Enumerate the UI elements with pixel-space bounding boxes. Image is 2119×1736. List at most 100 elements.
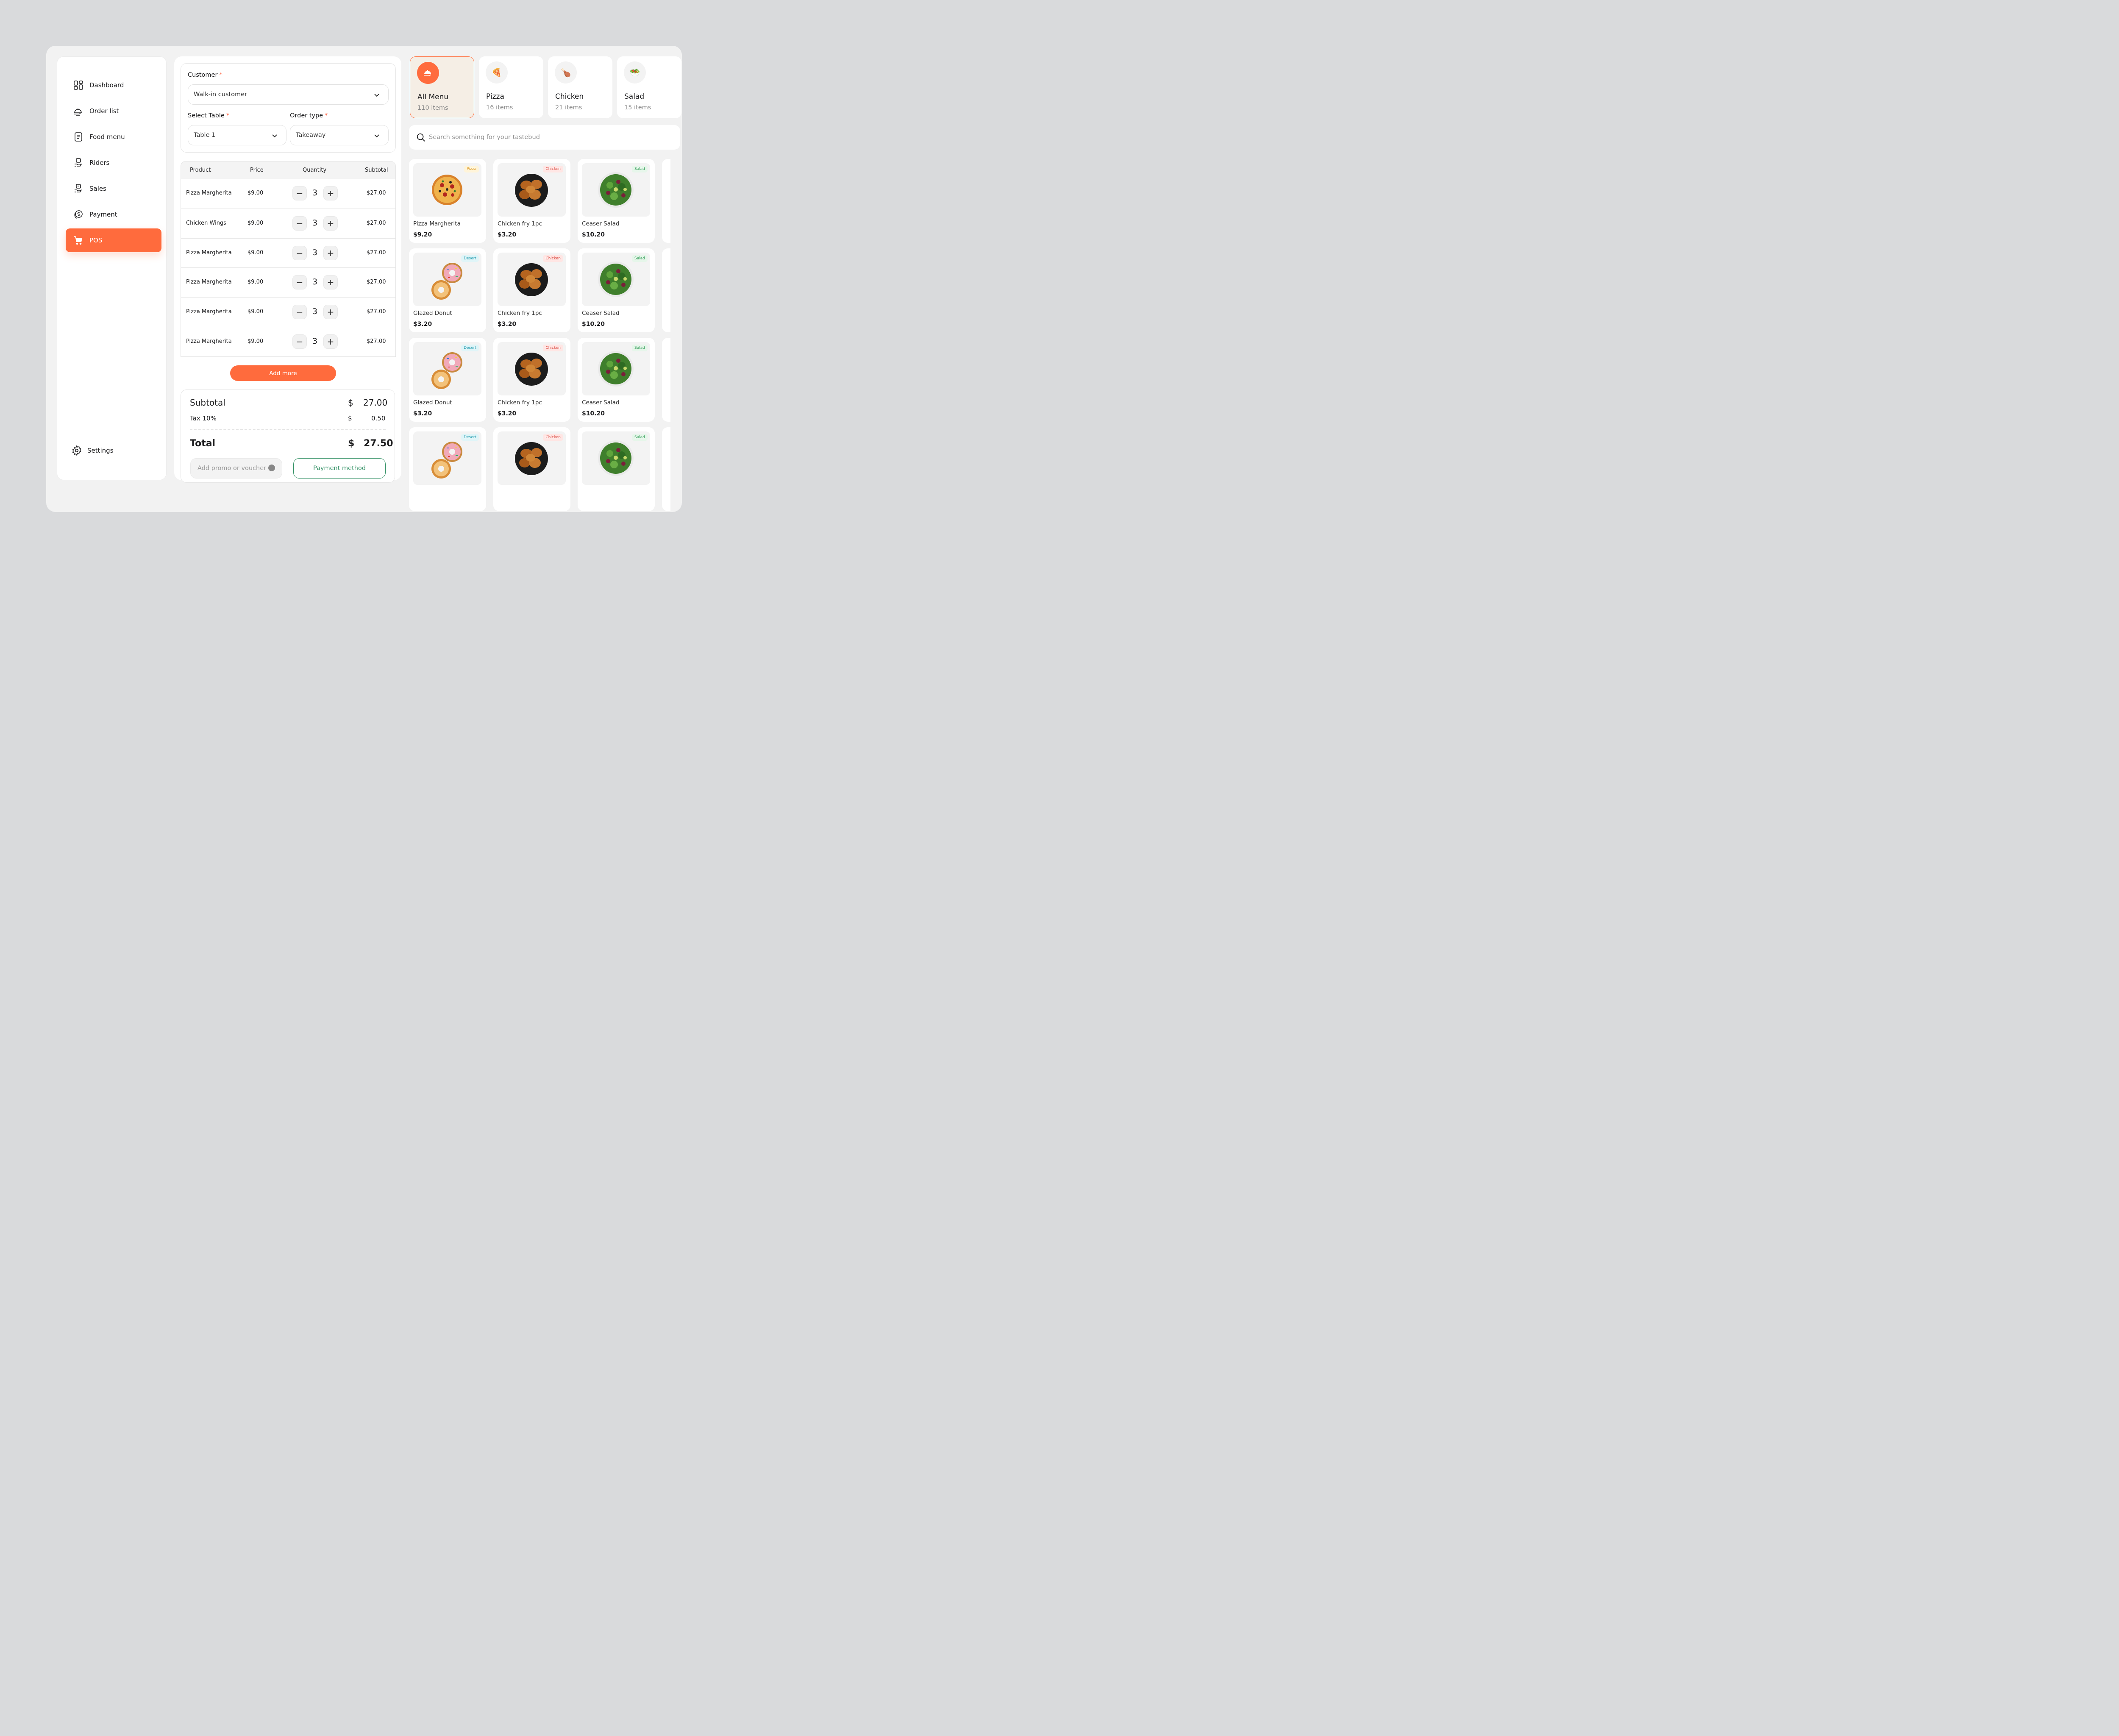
table-label: Select Table * [188,112,229,119]
product-price: $3.20 [498,231,517,238]
search-input[interactable]: Search something for your tastebud [409,125,680,150]
sidebar-item-payment[interactable]: Payment [66,203,161,226]
required-mark: * [325,112,328,119]
summary-divider [190,429,386,430]
decrease-quantity-button[interactable]: − [292,305,307,320]
product-card[interactable]: Chicken Chicken fry 1pc $3.20 [493,248,570,332]
sidebar-item-riders[interactable]: Riders [66,151,161,175]
product-card-edge[interactable] [662,427,670,511]
product-image: Desert [413,342,481,395]
category-tag: Desert [461,345,479,351]
chicken-icon: 🍗 [555,61,577,83]
product-image: Chicken [498,431,566,485]
product-card-edge[interactable] [662,248,670,332]
category-card-all-menu[interactable]: All Menu 110 items [410,56,474,118]
decrease-quantity-button[interactable]: − [292,245,307,260]
increase-quantity-button[interactable]: + [323,334,338,349]
category-count: 110 items [417,105,448,111]
required-mark: * [226,112,230,119]
add-more-button[interactable]: Add more [230,365,336,381]
product-cell: Pizza Margherita [186,338,232,345]
quantity-value: 3 [312,248,318,257]
decrease-quantity-button[interactable]: − [292,216,307,231]
category-card-salad[interactable]: 🥗 Salad 15 items [617,56,681,118]
customer-label: Customer * [188,72,222,78]
product-image: Salad [582,431,650,485]
product-cell: Chicken Wings [186,220,226,226]
table-row: Pizza Margherita $9.00 −3 + $27.00 [181,179,395,209]
increase-quantity-button[interactable]: + [323,245,338,260]
category-count: 21 items [555,104,582,111]
sidebar-item-settings[interactable]: Settings [71,445,114,456]
column-header-price: Price [250,167,264,173]
product-card[interactable]: Chicken Chicken fry 1pc $3.20 [493,338,570,422]
table-select[interactable]: Table 1 [188,125,286,145]
column-header-subtotal: Subtotal [365,167,388,173]
increase-quantity-button[interactable]: + [323,216,338,231]
order-type-select[interactable]: Takeaway [290,125,389,145]
subtotal-cell: $27.00 [367,190,386,196]
product-name: Ceaser Salad [582,399,620,406]
check-badge-icon [268,465,275,471]
category-name: Chicken [555,92,584,101]
salad-icon: 🥗 [624,61,646,83]
increase-quantity-button[interactable]: + [323,186,338,200]
subtotal-cell: $27.00 [367,309,386,315]
subtotal-value: 27.00 [363,398,388,408]
table-row: Pizza Margherita $9.00 −3 + $27.00 [181,238,395,268]
product-card-edge[interactable] [662,159,670,243]
product-image: Desert [413,431,481,485]
total-value: 27.50 [364,438,393,449]
product-card[interactable]: Desert Glazed Donut $3.20 [409,338,486,422]
sidebar-item-sales[interactable]: Sales [66,177,161,200]
decrease-quantity-button[interactable]: − [292,275,307,290]
product-card[interactable]: Chicken Chicken fry 1pc $3.20 [493,159,570,243]
product-card[interactable]: Salad Ceaser Salad $10.20 [578,338,655,422]
menu-document-icon [73,132,83,142]
subtotal-label: Subtotal [190,398,225,408]
product-card[interactable]: Desert Glazed Donut $3.20 [409,248,486,332]
product-image: Desert [413,253,481,306]
category-name: Pizza [486,92,504,101]
chevron-down-icon [374,94,379,97]
tax-label: Tax 10% [190,415,217,422]
product-price: $10.20 [582,231,605,238]
table-row: Pizza Margherita $9.00 −3 + $27.00 [181,297,395,327]
gear-icon [72,445,81,456]
subtotal-cell: $27.00 [367,279,386,286]
product-image: Chicken [498,342,566,395]
tax-value: 0.50 [371,415,386,422]
decrease-quantity-button[interactable]: − [292,186,307,200]
quantity-value: 3 [312,277,318,287]
category-card-pizza[interactable]: 🍕 Pizza 16 items [479,56,543,118]
sidebar-item-order-list[interactable]: Order list [66,99,161,123]
product-card[interactable]: Chicken [493,427,570,511]
subtotal-cell: $27.00 [367,338,386,345]
increase-quantity-button[interactable]: + [323,275,338,290]
product-cell: Pizza Margherita [186,249,232,256]
chevron-down-icon [272,134,277,138]
product-card[interactable]: Salad Ceaser Salad $10.20 [578,159,655,243]
promo-input[interactable]: Add promo or voucher [190,458,282,479]
sidebar-item-label: Food menu [89,133,125,141]
payment-method-button[interactable]: Payment method [293,458,386,479]
category-tag: Salad [632,166,648,172]
quantity-value: 3 [312,188,318,198]
category-tag: Chicken [543,345,563,351]
product-price: $10.20 [582,410,605,417]
product-card[interactable]: Desert [409,427,486,511]
sidebar-item-dashboard[interactable]: Dashboard [66,73,161,97]
product-card[interactable]: Salad Ceaser Salad $10.20 [578,248,655,332]
product-card[interactable]: Pizza Pizza Margherita $9.20 [409,159,486,243]
decrease-quantity-button[interactable]: − [292,334,307,349]
product-name: Glazed Donut [413,399,452,406]
sidebar-item-food-menu[interactable]: Food menu [66,125,161,149]
product-card-edge[interactable] [662,338,670,422]
increase-quantity-button[interactable]: + [323,305,338,320]
product-card[interactable]: Salad [578,427,655,511]
customer-select[interactable]: Walk-in customer [188,84,389,105]
category-card-chicken[interactable]: 🍗 Chicken 21 items [548,56,612,118]
sidebar-item-pos[interactable]: POS [66,228,161,252]
product-image: Salad [582,163,650,217]
category-tag: Chicken [543,434,563,441]
